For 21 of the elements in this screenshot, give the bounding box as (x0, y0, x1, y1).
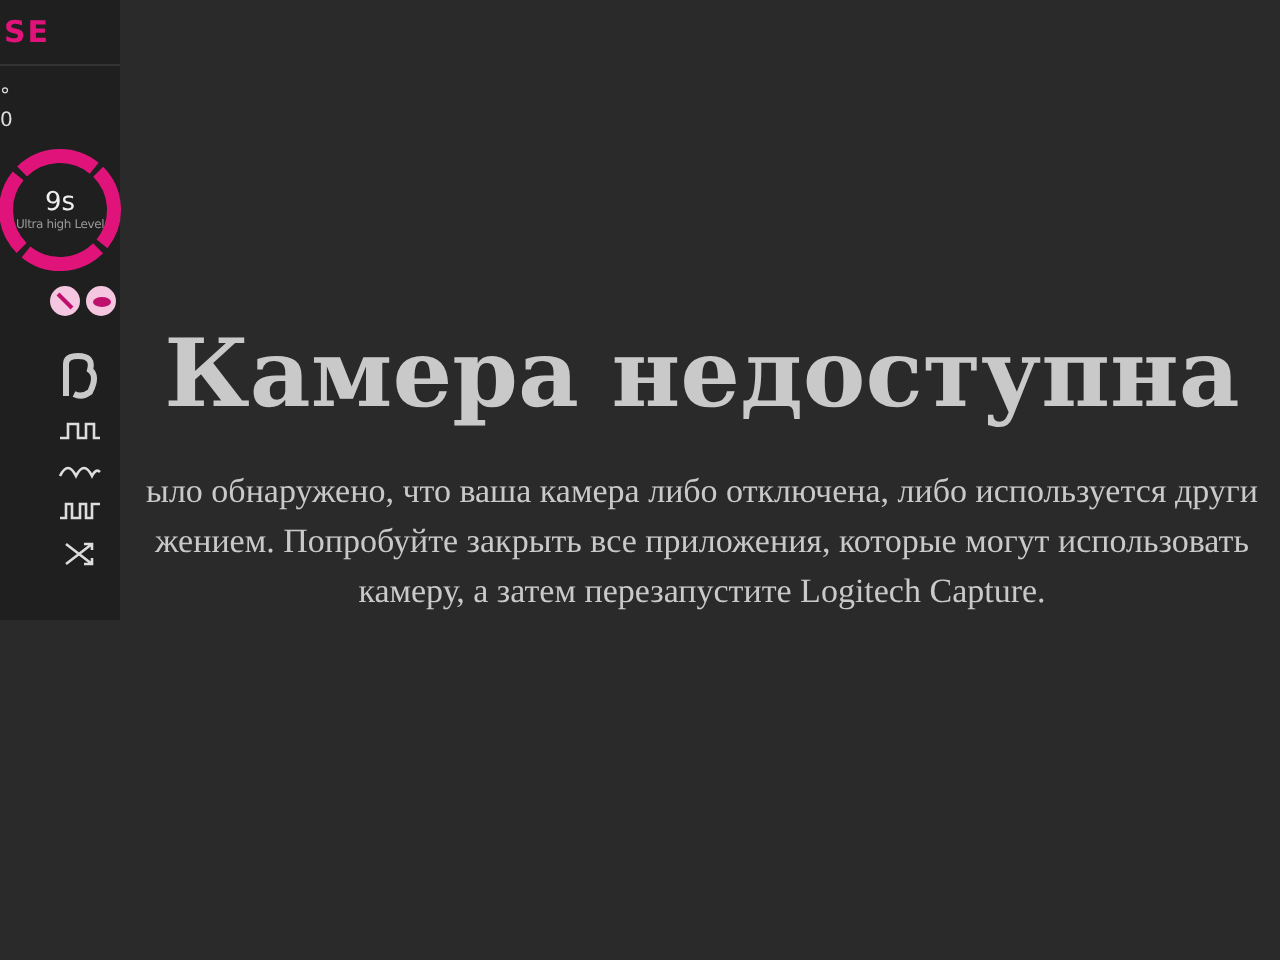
logo-text: SE (4, 14, 51, 50)
effect-toggle[interactable] (50, 286, 80, 316)
pen-icon (56, 292, 74, 310)
effect-tool[interactable] (61, 352, 99, 400)
stat-symbol: ° (0, 86, 10, 110)
dial-value: 9s (44, 188, 76, 218)
square-wave-icon (58, 420, 102, 440)
pulse-wave-icon (58, 500, 102, 520)
effect-tool[interactable] (58, 420, 102, 440)
stat-value: 0 (0, 110, 13, 134)
lips-icon (91, 295, 111, 307)
dial-ring-icon (0, 146, 124, 274)
message-text: камеру, а затем перезапустите Logitech Capture. (358, 570, 1046, 614)
effect-tool[interactable] (58, 500, 102, 520)
message-text: жением. Попробуйте закрыть все приложения, которые могут использовать (155, 520, 1249, 564)
effect-tool[interactable] (64, 540, 96, 568)
shuffle-icon (64, 540, 96, 568)
letter-glyph-icon (61, 352, 99, 400)
message-title: Камера недоступна (164, 320, 1240, 430)
message-text: ыло обнаружено, что ваша камера либо отключена, либо используется други (146, 470, 1258, 514)
effect-toggle[interactable] (86, 286, 116, 316)
